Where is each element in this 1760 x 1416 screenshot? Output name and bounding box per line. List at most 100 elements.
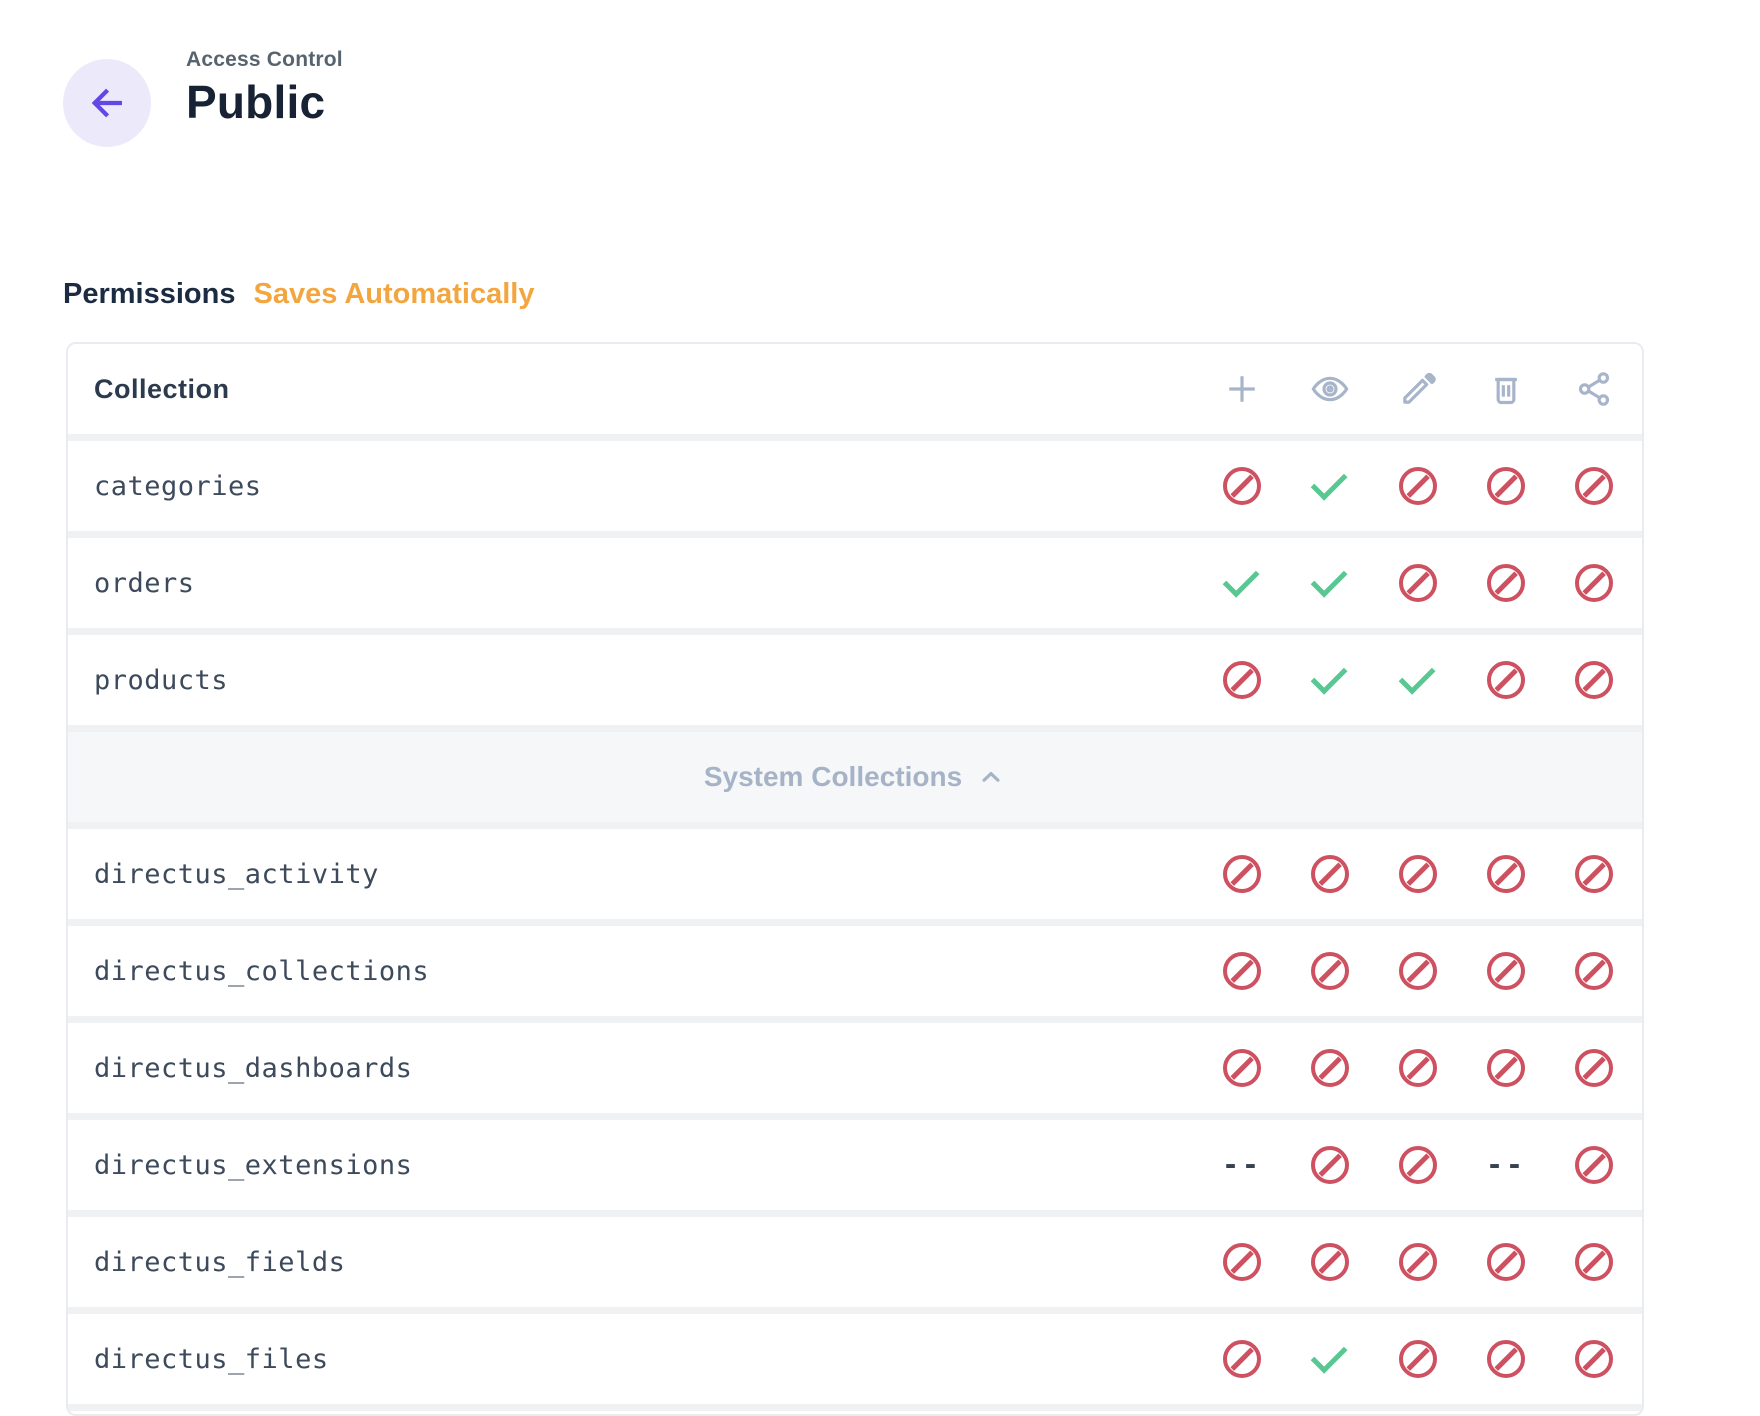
collection-name: categories xyxy=(68,471,1198,502)
permission-update[interactable] xyxy=(1374,538,1462,628)
permission-read[interactable] xyxy=(1286,538,1374,628)
table-row: directus_files xyxy=(68,1314,1642,1411)
permission-read[interactable] xyxy=(1286,441,1374,531)
permission-delete[interactable] xyxy=(1462,441,1550,531)
permission-state-icon xyxy=(1487,1340,1525,1378)
permission-update[interactable] xyxy=(1374,1023,1462,1113)
permission-create[interactable] xyxy=(1198,441,1286,531)
permission-state-icon xyxy=(1223,1340,1261,1378)
permission-state-icon xyxy=(1398,657,1435,694)
permission-delete[interactable] xyxy=(1462,1314,1550,1404)
permission-read[interactable] xyxy=(1286,1120,1374,1210)
share-icon xyxy=(1574,369,1614,409)
permission-state-icon xyxy=(1311,952,1349,990)
permission-state-icon xyxy=(1222,1151,1262,1179)
permission-share[interactable] xyxy=(1550,926,1638,1016)
permission-update[interactable] xyxy=(1374,635,1462,725)
update-column-header xyxy=(1374,344,1462,434)
permission-state-icon xyxy=(1575,564,1613,602)
permission-state-icon xyxy=(1311,855,1349,893)
permission-read[interactable] xyxy=(1286,635,1374,725)
page-title: Public xyxy=(186,75,343,129)
back-button[interactable] xyxy=(63,59,151,147)
permission-state-icon xyxy=(1310,463,1347,500)
permission-share[interactable] xyxy=(1550,1314,1638,1404)
permission-share[interactable] xyxy=(1550,538,1638,628)
permission-state-icon xyxy=(1399,855,1437,893)
create-column-header xyxy=(1198,344,1286,434)
permission-delete[interactable] xyxy=(1462,829,1550,919)
permission-share[interactable] xyxy=(1550,829,1638,919)
permission-delete[interactable] xyxy=(1462,635,1550,725)
table-row: categories xyxy=(68,441,1642,538)
permission-read[interactable] xyxy=(1286,1217,1374,1307)
table-row: products xyxy=(68,635,1642,732)
permission-read[interactable] xyxy=(1286,829,1374,919)
permission-state-icon xyxy=(1487,467,1525,505)
permission-create[interactable] xyxy=(1198,829,1286,919)
permission-delete[interactable] xyxy=(1462,1023,1550,1113)
edit-icon xyxy=(1398,369,1438,409)
permission-state-icon xyxy=(1223,855,1261,893)
permission-create[interactable] xyxy=(1198,1023,1286,1113)
permission-state-icon xyxy=(1223,661,1261,699)
permission-create[interactable] xyxy=(1198,1217,1286,1307)
permission-share[interactable] xyxy=(1550,635,1638,725)
section-title: Permissions xyxy=(63,278,235,311)
permission-update[interactable] xyxy=(1374,1314,1462,1404)
permission-delete[interactable] xyxy=(1462,926,1550,1016)
permission-share[interactable] xyxy=(1550,1120,1638,1210)
collection-name: directus_dashboards xyxy=(68,1053,1198,1084)
permission-share[interactable] xyxy=(1550,1217,1638,1307)
permission-state-icon xyxy=(1575,467,1613,505)
permission-state-icon xyxy=(1487,1049,1525,1087)
collection-name: products xyxy=(68,665,1198,696)
delete-icon xyxy=(1486,369,1526,409)
breadcrumb: Access Control xyxy=(186,48,343,72)
permission-create[interactable] xyxy=(1198,538,1286,628)
permission-delete[interactable] xyxy=(1462,1217,1550,1307)
table-header-row: Collection xyxy=(68,344,1642,441)
collection-name: directus_fields xyxy=(68,1247,1198,1278)
permission-update[interactable] xyxy=(1374,441,1462,531)
collection-column-header: Collection xyxy=(68,374,1198,405)
permission-update[interactable] xyxy=(1374,1217,1462,1307)
collection-name: orders xyxy=(68,568,1198,599)
collection-name: directus_collections xyxy=(68,956,1198,987)
permissions-section-heading: Permissions Saves Automatically xyxy=(63,278,534,311)
permission-state-icon xyxy=(1487,661,1525,699)
autosave-note: Saves Automatically xyxy=(253,278,534,311)
permission-update[interactable] xyxy=(1374,829,1462,919)
permission-delete[interactable] xyxy=(1462,538,1550,628)
collection-name: directus_activity xyxy=(68,859,1198,890)
permission-create[interactable] xyxy=(1198,1314,1286,1404)
table-row: orders xyxy=(68,538,1642,635)
permission-read[interactable] xyxy=(1286,1314,1374,1404)
permission-create[interactable] xyxy=(1198,1120,1286,1210)
permission-state-icon xyxy=(1399,564,1437,602)
permission-state-icon xyxy=(1311,1146,1349,1184)
table-row: directus_fields xyxy=(68,1217,1642,1314)
table-row: directus_extensions xyxy=(68,1120,1642,1217)
permission-update[interactable] xyxy=(1374,1120,1462,1210)
permission-read[interactable] xyxy=(1286,926,1374,1016)
permission-create[interactable] xyxy=(1198,635,1286,725)
permission-state-icon xyxy=(1311,1243,1349,1281)
permission-state-icon xyxy=(1487,855,1525,893)
permission-state-icon xyxy=(1575,952,1613,990)
permission-update[interactable] xyxy=(1374,926,1462,1016)
table-row: directus_activity xyxy=(68,829,1642,926)
table-row: directus_collections xyxy=(68,926,1642,1023)
permission-share[interactable] xyxy=(1550,441,1638,531)
permission-state-icon xyxy=(1310,1336,1347,1373)
permission-read[interactable] xyxy=(1286,1023,1374,1113)
permission-delete[interactable] xyxy=(1462,1120,1550,1210)
permission-state-icon xyxy=(1223,952,1261,990)
permission-create[interactable] xyxy=(1198,926,1286,1016)
system-collections-toggle[interactable]: System Collections xyxy=(68,732,1642,829)
permission-state-icon xyxy=(1575,1243,1613,1281)
system-collections-label: System Collections xyxy=(704,761,962,793)
permission-state-icon xyxy=(1399,1049,1437,1087)
table-row: directus_dashboards xyxy=(68,1023,1642,1120)
permission-share[interactable] xyxy=(1550,1023,1638,1113)
